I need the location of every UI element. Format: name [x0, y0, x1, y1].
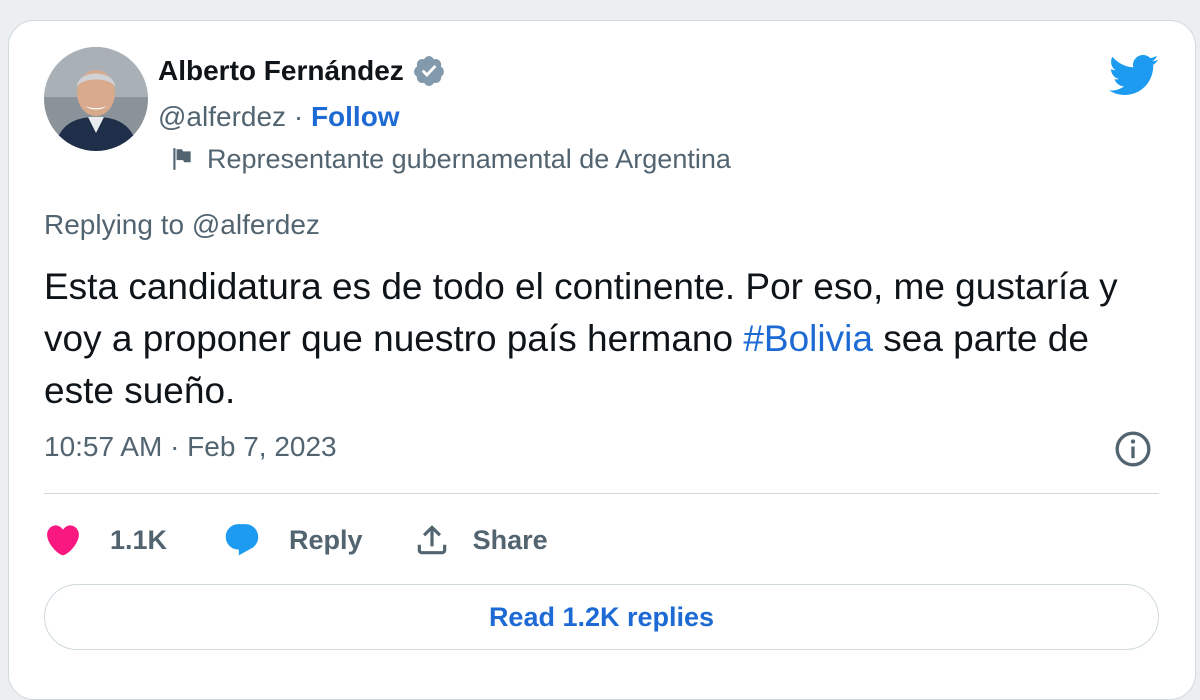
- affiliation-text: Representante gubernamental de Argentina: [207, 143, 731, 174]
- author-handle[interactable]: @alferdez: [158, 101, 286, 133]
- handle-row: @alferdez · Follow: [158, 97, 400, 137]
- author-name[interactable]: Alberto Fernández: [158, 55, 404, 87]
- tweet-timestamp[interactable]: 10:57 AM · Feb 7, 2023: [44, 431, 337, 463]
- reply-label: Reply: [289, 524, 363, 555]
- info-icon[interactable]: [1113, 429, 1153, 469]
- affiliation-label: Representante gubernamental de Argentina: [169, 139, 731, 179]
- speech-bubble-icon: [225, 524, 259, 556]
- tweet-text: Esta candidatura es de todo el continent…: [44, 261, 1144, 417]
- heart-icon: [47, 525, 79, 556]
- tweet-card: Alberto Fernández @alferdez · Follow Rep…: [8, 20, 1196, 700]
- handle-separator: ·: [286, 101, 311, 132]
- hashtag-link[interactable]: #Bolivia: [743, 318, 873, 359]
- flag-icon: [173, 148, 191, 170]
- replying-prefix: Replying to: [44, 209, 192, 240]
- share-upload-icon: [417, 525, 446, 555]
- twitter-bird-icon[interactable]: [1107, 53, 1159, 97]
- like-count: 1.1K: [110, 524, 168, 555]
- replying-to: Replying to @alferdez: [44, 209, 320, 241]
- author-avatar[interactable]: [44, 47, 148, 151]
- divider: [44, 493, 1159, 494]
- share-button[interactable]: Share: [413, 521, 548, 559]
- share-label: Share: [472, 524, 548, 555]
- replying-to-mention[interactable]: @alferdez: [192, 209, 320, 240]
- verified-badge-icon: [413, 56, 444, 86]
- reply-button[interactable]: Reply: [223, 521, 363, 559]
- read-replies-button[interactable]: Read 1.2K replies: [44, 584, 1159, 650]
- author-name-row: Alberto Fernández: [158, 51, 446, 91]
- avatar-photo: [44, 47, 148, 151]
- like-button[interactable]: 1.1K: [44, 521, 167, 559]
- follow-button[interactable]: Follow: [311, 101, 400, 133]
- action-bar: 1.1K Reply Share: [44, 515, 548, 565]
